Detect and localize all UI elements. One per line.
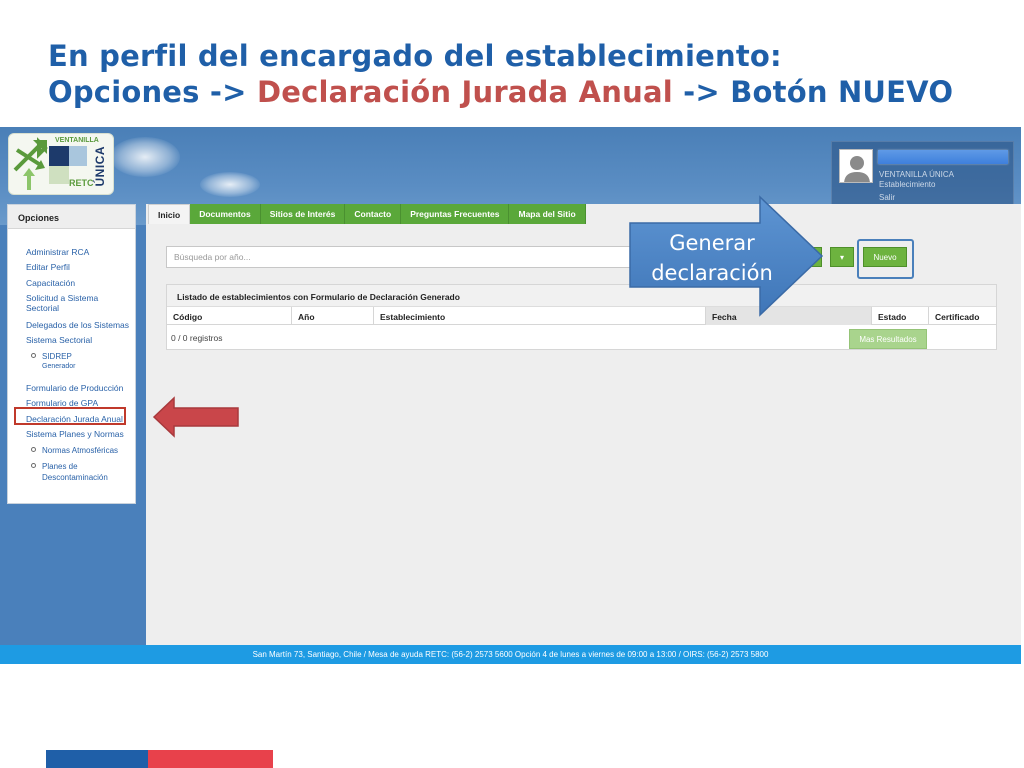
bullet-icon [31, 463, 36, 468]
bottom-brand-bar-red [148, 750, 273, 768]
footer-contact-bar: San Martín 73, Santiago, Chile / Mesa de… [0, 645, 1021, 664]
sidebar-item-delegados[interactable]: Delegados de los Sistemas [26, 320, 134, 330]
sidebar-item-sistema-sectorial[interactable]: Sistema Sectorial [26, 335, 134, 345]
column-anio[interactable]: Año [292, 307, 374, 325]
sidebar-item-formulario-produccion[interactable]: Formulario de Producción [26, 383, 134, 393]
tab-mapa-sitio[interactable]: Mapa del Sitio [509, 204, 586, 224]
sidebar-subitem-normas-atmosfericas[interactable]: Normas Atmosféricas [42, 445, 132, 456]
tab-contacto[interactable]: Contacto [345, 204, 402, 224]
tab-preguntas-frecuentes[interactable]: Preguntas Frecuentes [401, 204, 510, 224]
logout-link[interactable]: Salir [879, 193, 895, 202]
red-pointer-arrow-icon [152, 396, 239, 438]
establishments-table-panel: Listado de establecimientos con Formular… [166, 284, 997, 350]
sidebar-item-sistema-planes-normas[interactable]: Sistema Planes y Normas [26, 429, 134, 439]
table-title: Listado de establecimientos con Formular… [167, 285, 996, 307]
slide-title: En perfil del encargado del establecimie… [48, 38, 953, 110]
logo-text-unica: ÚNICA [93, 146, 107, 187]
user-org-label: VENTANILLA ÚNICA [879, 170, 954, 179]
user-name-redacted [878, 150, 1008, 164]
column-estado[interactable]: Estado [872, 307, 929, 325]
callout-label: Generar declaración [632, 228, 792, 288]
tab-documentos[interactable]: Documentos [190, 204, 261, 224]
title-part-declaracion: Declaración Jurada Anual [256, 75, 673, 109]
slide-title-line2: Opciones -> Declaración Jurada Anual -> … [48, 74, 953, 110]
callout-line2: declaración [651, 261, 773, 285]
top-tabs: Inicio Documentos Sitios de Interés Cont… [148, 204, 586, 224]
more-results-button[interactable]: Mas Resultados [849, 329, 927, 349]
slide: En perfil del encargado del establecimie… [0, 0, 1024, 768]
slide-title-line1: En perfil del encargado del establecimie… [48, 39, 782, 73]
sidebar-item-editar-perfil[interactable]: Editar Perfil [26, 262, 134, 272]
nuevo-button[interactable]: Nuevo [863, 247, 907, 267]
sidebar-item-solicitud-sistema-sectorial[interactable]: Solicitud a Sistema Sectorial [26, 293, 106, 313]
sidebar-subitem-planes-descontaminacion[interactable]: Planes de Descontaminación [42, 461, 132, 483]
cloud-decoration [200, 172, 260, 197]
options-sidebar: Opciones Administrar RCA Editar Perfil C… [7, 204, 136, 504]
column-certificado[interactable]: Certificado [929, 307, 996, 325]
table-header: Código Año Establecimiento Fecha Estado … [167, 307, 996, 325]
declaracion-highlight-box [14, 407, 126, 425]
sidebar-subitem-generador[interactable]: Generador [42, 363, 75, 370]
sidebar-header: Opciones [8, 205, 135, 229]
title-part-opciones: Opciones -> [48, 75, 247, 109]
main-content: Inicio Documentos Sitios de Interés Cont… [146, 204, 1021, 645]
callout-line1: Generar [669, 231, 755, 255]
user-silhouette-icon [840, 150, 872, 182]
search-input[interactable]: Búsqueda por año... [166, 246, 641, 268]
records-count: 0 / 0 registros [171, 333, 223, 343]
sidebar-item-administrar-rca[interactable]: Administrar RCA [26, 247, 134, 257]
sidebar-subitem-sidrep[interactable]: SIDREP [42, 351, 132, 362]
sidebar-item-capacitacion[interactable]: Capacitación [26, 278, 134, 288]
bullet-icon [31, 353, 36, 358]
cloud-decoration [110, 137, 180, 177]
tab-sitios-interes[interactable]: Sitios de Interés [260, 204, 346, 224]
logo-text-ventanilla: VENTANILLA [55, 137, 99, 144]
user-panel: VENTANILLA ÚNICA Establecimiento Salir [831, 141, 1014, 207]
ventanilla-unica-logo[interactable]: VENTANILLA ÚNICA RETC [8, 133, 114, 195]
dropdown-button[interactable]: ▾ [830, 247, 854, 267]
avatar [839, 149, 873, 183]
title-part-nuevo: -> Botón NUEVO [683, 75, 954, 109]
tab-inicio[interactable]: Inicio [148, 204, 191, 224]
bottom-brand-bar-blue [46, 750, 148, 768]
column-codigo[interactable]: Código [167, 307, 292, 325]
user-role-label: Establecimiento [879, 180, 936, 189]
bullet-icon [31, 447, 36, 452]
logo-text-retc: RETC [69, 178, 94, 188]
